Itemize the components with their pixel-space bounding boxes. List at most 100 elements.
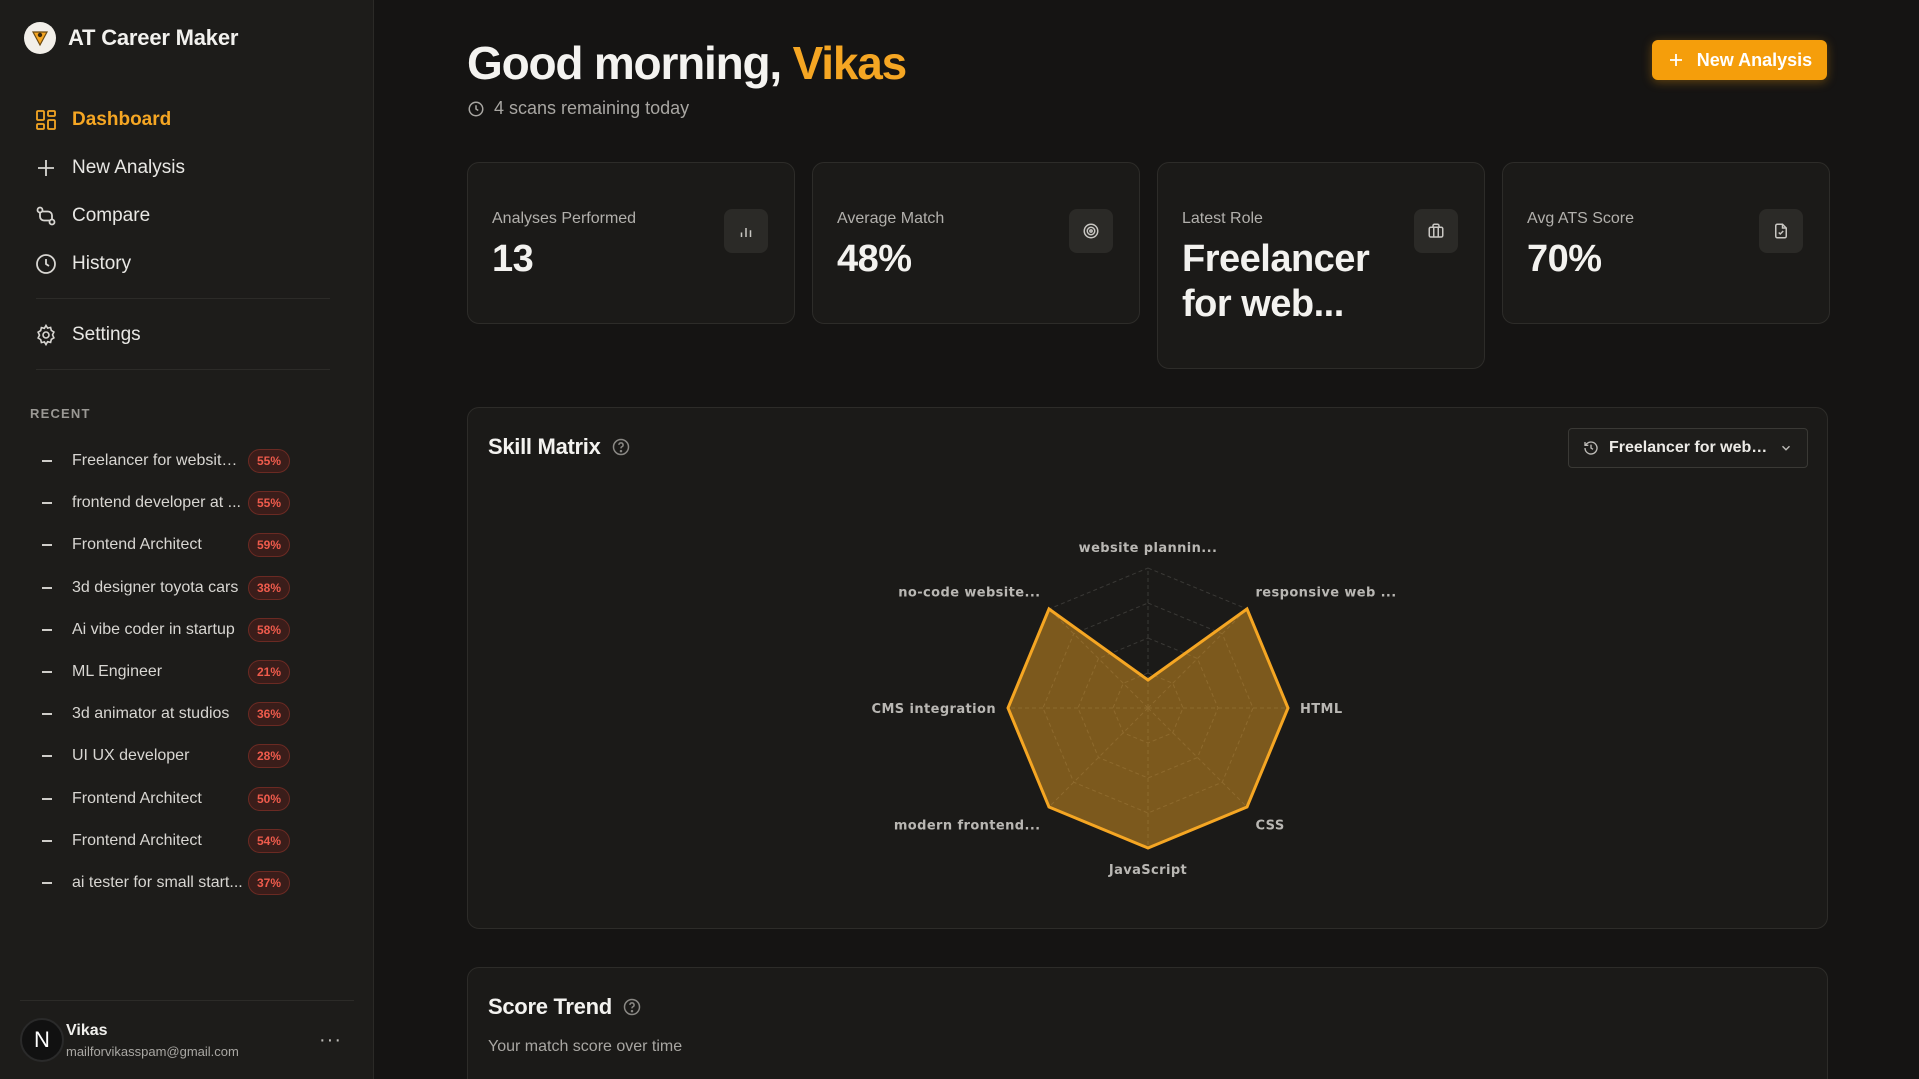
scans-text: 4 scans remaining today (494, 98, 690, 118)
nav-label: New Analysis (72, 157, 185, 178)
page-title: Good morning, Vikas (467, 36, 908, 90)
stat-card-analyses: Analyses Performed 13 (467, 162, 795, 324)
recent-item-label: UI UX developer (72, 747, 190, 765)
score-badge: 55% (248, 449, 291, 474)
stat-label: Average Match (837, 210, 945, 227)
recent-item[interactable]: 3d designer toyota cars 38% (30, 567, 330, 609)
clock-icon (36, 254, 56, 274)
new-analysis-label: New Analysis (1696, 49, 1813, 70)
recent-title: RECENT (30, 406, 91, 421)
dash-icon (42, 755, 52, 758)
radar-axis-label: responsive web ... (1255, 586, 1396, 601)
recent-item[interactable]: UI UX developer 28% (30, 735, 330, 777)
skill-radar-chart: website plannin... responsive web ... HTML… (872, 541, 1397, 878)
bar-chart-icon (724, 209, 768, 253)
scans-remaining: 4 scans remaining today (467, 98, 689, 119)
score-badge: 21% (248, 660, 291, 685)
user-info: Vikas mailforvikasspam@gmail.com (66, 1022, 239, 1059)
nav-label: Settings (72, 324, 141, 345)
skill-matrix-panel: Skill Matrix Freelancer for websi... web… (467, 407, 1828, 929)
recent-item[interactable]: Frontend Architect 54% (30, 820, 330, 862)
nav-divider (36, 369, 330, 370)
stat-label: Analyses Performed (492, 210, 637, 227)
document-check-icon (1759, 209, 1803, 253)
new-analysis-button[interactable]: New Analysis (1652, 40, 1827, 80)
plus-icon (1669, 54, 1682, 66)
briefcase-icon (1414, 209, 1458, 253)
radar-axis-label: JavaScript (1108, 863, 1187, 878)
score-badge: 50% (248, 786, 291, 811)
recent-item[interactable]: frontend developer at ... 55% (30, 482, 330, 524)
radar-axis-label: website plannin... (1079, 541, 1218, 556)
stat-card-ats-score: Avg ATS Score 70% (1502, 162, 1830, 324)
user-divider (20, 1000, 354, 1001)
score-badge: 58% (248, 617, 291, 642)
nav-item-dashboard[interactable]: Dashboard (24, 96, 342, 144)
main-nav: Dashboard New Analysis Compare History S… (24, 96, 342, 382)
user-name: Vikas (66, 1021, 108, 1039)
score-badge: 59% (248, 533, 291, 558)
stat-value: Freelancer for web... (1182, 238, 1370, 325)
stat-label: Avg ATS Score (1527, 210, 1635, 227)
greeting-name: Vikas (792, 37, 908, 89)
score-badge: 37% (248, 870, 291, 895)
stat-card-average-match: Average Match 48% (812, 162, 1140, 324)
recent-item-label: Frontend Architect (72, 789, 202, 807)
stat-value: 48% (837, 238, 912, 280)
dash-icon (42, 671, 52, 674)
panel-title-text: Score Trend (488, 994, 612, 1019)
clock-icon (468, 101, 484, 116)
recent-item-label: Frontend Architect (72, 536, 202, 554)
plus-icon (38, 160, 54, 176)
dash-icon (42, 797, 52, 800)
recent-item-label: ML Engineer (72, 663, 163, 681)
dash-icon (42, 628, 52, 631)
recent-item[interactable]: Ai vibe coder in startup 58% (30, 609, 330, 651)
dash-icon (42, 881, 52, 884)
recent-item[interactable]: Freelancer for website ... 55% (30, 440, 330, 482)
recent-item-label: 3d animator at studios (72, 705, 230, 723)
recent-item[interactable]: Frontend Architect 59% (30, 524, 330, 566)
nav-item-compare[interactable]: Compare (24, 192, 342, 240)
user-profile[interactable]: N Vikas mailforvikasspam@gmail.com ··· (20, 1012, 354, 1068)
score-trend-title: Score Trend (488, 994, 642, 1020)
recent-item-label: 3d designer toyota cars (72, 578, 239, 596)
recent-item-label: frontend developer at ... (72, 494, 241, 512)
gear-icon (37, 323, 55, 347)
radar-axis-label: no-code website... (898, 586, 1040, 601)
recent-item-label: Ai vibe coder in startup (72, 620, 235, 638)
dash-icon (42, 460, 52, 463)
greeting-text: Good morning, (467, 37, 782, 89)
target-icon (1069, 209, 1113, 253)
dash-icon (42, 713, 52, 716)
nav-label: History (72, 253, 132, 274)
dash-icon (42, 586, 52, 589)
sidebar: AT Career Maker Dashboard New Analysis C… (0, 0, 374, 1079)
score-trend-subtitle: Your match score over time (488, 1038, 683, 1055)
nav-divider (36, 298, 330, 299)
stat-label: Latest Role (1182, 210, 1263, 227)
nav-item-settings[interactable]: Settings (24, 311, 342, 359)
stat-value: 13 (492, 238, 534, 280)
recent-item[interactable]: Frontend Architect 50% (30, 778, 330, 820)
recent-list: Freelancer for website ... 55% frontend d… (30, 440, 330, 904)
dash-icon (42, 839, 52, 842)
radar-axis-label: CMS integration (872, 702, 996, 717)
help-icon[interactable] (622, 997, 642, 1017)
nav-item-history[interactable]: History (24, 240, 342, 288)
score-badge: 38% (248, 575, 291, 600)
radar-axis-label: HTML (1300, 702, 1343, 717)
dashboard-icon (36, 110, 56, 130)
nav-item-new-analysis[interactable]: New Analysis (24, 144, 342, 192)
recent-item-label: ai tester for small start... (72, 873, 243, 891)
more-options-icon[interactable]: ··· (319, 1029, 342, 1052)
recent-item[interactable]: ML Engineer 21% (30, 651, 330, 693)
recent-item-label: Freelancer for website ... (72, 452, 244, 470)
score-badge: 55% (248, 491, 291, 516)
recent-item[interactable]: 3d animator at studios 36% (30, 693, 330, 735)
score-trend-panel: Score Trend Your match score over time (467, 967, 1828, 1079)
brand[interactable]: AT Career Maker (24, 22, 238, 54)
score-badge: 54% (248, 828, 291, 853)
recent-item[interactable]: ai tester for small start... 37% (30, 862, 330, 904)
radar-axis-label: modern frontend... (894, 818, 1041, 833)
